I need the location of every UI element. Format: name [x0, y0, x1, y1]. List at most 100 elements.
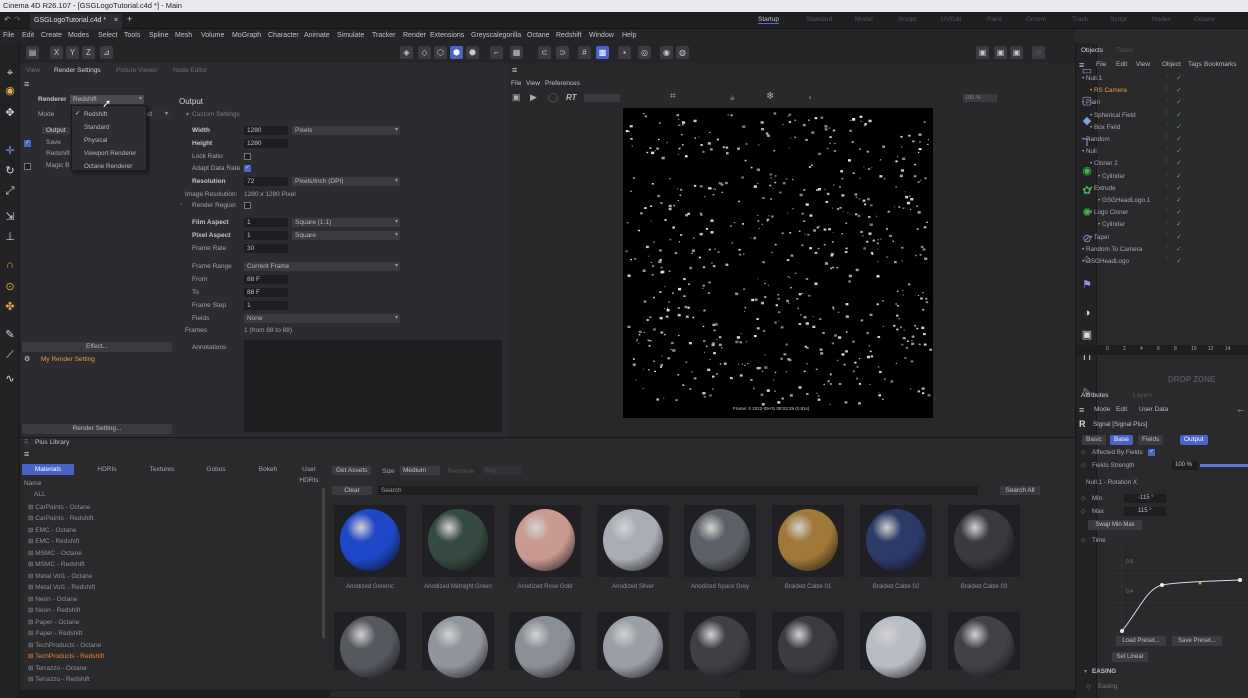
render-region-icon[interactable]: ◎	[638, 46, 651, 59]
checkmark-icon[interactable]: ✓	[1176, 220, 1191, 228]
checkmark-icon[interactable]: ✓	[1176, 74, 1191, 82]
hamburger-icon[interactable]: ≡	[512, 65, 517, 75]
rotate-tool-icon[interactable]: ↻	[2, 163, 18, 179]
visibility-dots-icon[interactable]: ⁞	[1166, 245, 1168, 251]
workplane-grid-icon[interactable]: ▩	[596, 46, 609, 59]
field-value-9[interactable]: 30	[244, 244, 288, 253]
library-category-item[interactable]: ⊞ EMC - Octane	[28, 526, 76, 534]
object-row[interactable]: • Box Field ⁞ ✓	[1076, 123, 1248, 133]
affected-by-fields-checkbox[interactable]: ✓	[1148, 449, 1155, 456]
visibility-dots-icon[interactable]: ⁞	[1166, 98, 1168, 104]
object-row[interactable]: • Extrude ⁞ ✓	[1076, 184, 1248, 194]
checkbox-2[interactable]	[244, 153, 251, 160]
chevron-right-icon[interactable]: ›	[180, 202, 182, 208]
library-tab-textures[interactable]: Textures	[136, 464, 188, 475]
objects-menu-view[interactable]: View	[1136, 61, 1150, 68]
library-category-item[interactable]: ⊞ Neon - Redshift	[28, 606, 80, 614]
playback-controls[interactable]	[330, 691, 740, 697]
object-row[interactable]: • Random ⁞ ✓	[1076, 135, 1248, 145]
renderer-option[interactable]: Physical	[72, 135, 146, 146]
menu-mograph[interactable]: MoGraph	[232, 29, 261, 43]
material-thumbnail[interactable]	[422, 612, 494, 678]
visibility-dots-icon[interactable]: ⁞	[1166, 233, 1168, 239]
max-input[interactable]: 115 °	[1124, 507, 1166, 516]
radio-icon[interactable]: ◇	[1081, 449, 1086, 456]
scene-icon[interactable]: ▣	[1079, 327, 1095, 343]
layout-tab-startup[interactable]: Startup	[758, 16, 779, 24]
object-row[interactable]: • Null ⁞ ✓	[1076, 147, 1248, 157]
quantize-icon[interactable]: ⊃	[556, 46, 569, 59]
search-all-button[interactable]: Search All	[1000, 486, 1040, 495]
swap-min-max-button[interactable]: Swap Min Max	[1088, 520, 1142, 530]
tag-icon[interactable]: ⚑	[1079, 277, 1095, 293]
rs-render-icon[interactable]: ◉	[660, 46, 673, 59]
field-value-11[interactable]: 88 F	[244, 275, 288, 284]
layout-tab-paint[interactable]: Paint	[987, 16, 1002, 23]
field-value-12[interactable]: 88 F	[244, 288, 288, 297]
menu-help[interactable]: Help	[622, 29, 636, 43]
library-category-item[interactable]: ⊞ Paper - Octane	[28, 618, 79, 626]
material-thumbnail[interactable]	[334, 505, 406, 577]
checkmark-icon[interactable]: ✓	[1176, 147, 1191, 155]
uv-mode-icon[interactable]: ⌐	[490, 46, 503, 59]
menu-greyscalegorilla[interactable]: Greyscalegorilla	[471, 29, 521, 43]
fields-strength-input[interactable]: 100 %	[1172, 461, 1198, 470]
render-queue-icon[interactable]: ◌	[1032, 46, 1045, 59]
rt-label[interactable]: RT	[566, 93, 577, 102]
checkmark-icon[interactable]: ✓	[1176, 257, 1191, 265]
rs-ipr-icon[interactable]: ◍	[676, 46, 689, 59]
material-thumbnail[interactable]	[772, 612, 844, 678]
object-row[interactable]: • GSGHeadLogo.1 ⁞ ✓	[1076, 196, 1248, 206]
layout-tab-nodes[interactable]: Nodes	[1152, 16, 1171, 23]
get-assets-button[interactable]: Get Assets	[332, 466, 372, 475]
field-dropdown-8[interactable]: Square	[292, 231, 400, 240]
back-icon[interactable]: ↶	[4, 15, 11, 24]
material-thumbnail[interactable]	[772, 505, 844, 577]
forward-icon[interactable]: ↷	[14, 15, 21, 24]
material-thumbnail[interactable]	[860, 612, 932, 678]
render-settings-item[interactable]: Magic B	[46, 162, 69, 169]
checkbox-3[interactable]: ✓	[244, 165, 251, 172]
live-select-icon[interactable]: ⌖	[2, 65, 18, 81]
object-row[interactable]: • Random To Camera ⁞ ✓	[1076, 245, 1248, 255]
material-thumbnail[interactable]	[422, 505, 494, 577]
radio-icon[interactable]: ◇	[1081, 462, 1086, 469]
load-preset-button[interactable]: Load Preset...	[1116, 636, 1166, 646]
menu-create[interactable]: Create	[41, 29, 62, 43]
size-dropdown[interactable]: Medium	[400, 466, 440, 475]
visibility-dots-icon[interactable]: ⁞	[1166, 220, 1168, 226]
material-thumbnail[interactable]	[948, 612, 1020, 678]
library-tab-bokeh[interactable]: Bokeh	[242, 464, 294, 475]
material-thumbnail[interactable]	[684, 505, 756, 577]
render-view-icon[interactable]: ▪	[618, 46, 631, 59]
compare-icon[interactable]: ◐	[808, 92, 813, 102]
snap-icon[interactable]: ⊙	[2, 279, 18, 295]
checkmark-icon[interactable]: ✓	[1176, 123, 1191, 131]
document-tab[interactable]: GSGLogoTutorial.c4d * ×	[30, 14, 122, 29]
mode-select[interactable]	[584, 94, 620, 102]
field-value-1[interactable]: 1280	[244, 139, 288, 148]
attr-subtab-base[interactable]: Base	[1110, 435, 1133, 445]
y-axis-toggle[interactable]: Y	[66, 46, 79, 59]
material-thumbnail[interactable]	[948, 505, 1020, 577]
renderer-option[interactable]: Standard	[72, 122, 146, 133]
add-tab-button[interactable]: +	[127, 14, 132, 24]
knife-icon[interactable]: ⟋	[2, 347, 18, 363]
tab-picture-viewer[interactable]: Picture Viewer	[116, 65, 158, 76]
attr-subtab-fields[interactable]: Fields	[1138, 435, 1164, 445]
tab-render-settings[interactable]: Render Settings	[54, 65, 101, 76]
field-dropdown-10[interactable]: Current Frame	[244, 262, 400, 271]
grid-icon[interactable]: #	[578, 46, 591, 59]
library-tab-materials[interactable]: Materials	[22, 464, 74, 475]
material-thumbnail[interactable]	[684, 612, 756, 678]
z-axis-toggle[interactable]: Z	[82, 46, 95, 59]
library-category-item[interactable]: ⊞ Metal Vol1 - Octane	[28, 572, 92, 580]
field-value-13[interactable]: 1	[244, 301, 288, 310]
set-linear-button[interactable]: Set Linear	[1112, 652, 1148, 662]
visibility-dots-icon[interactable]: ⁞	[1166, 196, 1168, 202]
stop-icon[interactable]: ◯	[548, 92, 558, 103]
material-thumbnail[interactable]	[597, 612, 669, 678]
chevron-down-icon[interactable]: ▾	[1084, 668, 1087, 675]
hamburger-icon[interactable]: ≡	[1079, 60, 1084, 70]
renderer-option[interactable]: Octane Renderer	[72, 161, 146, 172]
